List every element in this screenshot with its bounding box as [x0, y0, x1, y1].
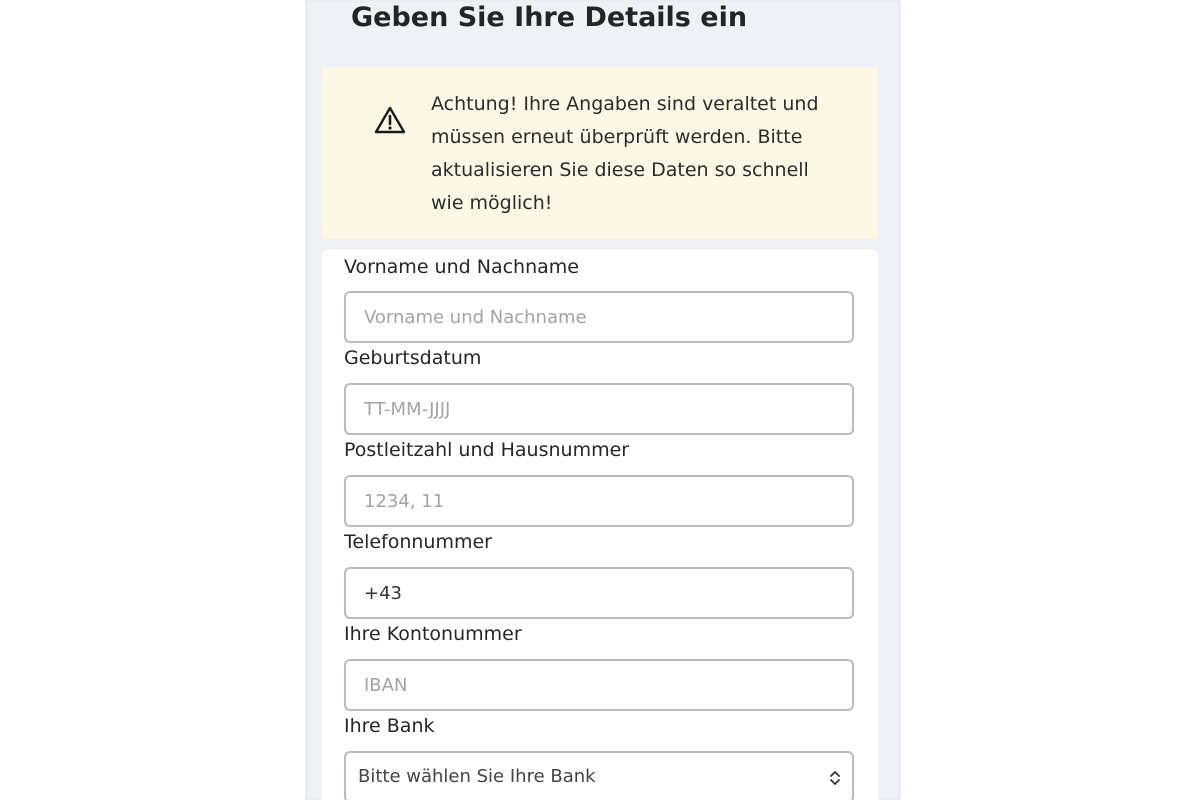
chevron-up-down-icon	[830, 771, 840, 785]
page-title: Geben Sie Ihre Details ein	[351, 2, 748, 33]
bank-select[interactable]: Bitte wählen Sie Ihre Bank	[344, 751, 854, 800]
form-screen: Geben Sie Ihre Details ein Achtung! Ihre…	[305, 0, 901, 800]
postal-label: Postleitzahl und Hausnummer	[344, 439, 630, 461]
name-label: Vorname und Nachname	[344, 256, 579, 278]
warning-alert: Achtung! Ihre Angaben sind veraltet und …	[322, 67, 878, 239]
iban-input[interactable]	[344, 659, 854, 711]
bank-select-value: Bitte wählen Sie Ihre Bank	[358, 766, 596, 787]
alert-message: Achtung! Ihre Angaben sind veraltet und …	[431, 93, 819, 214]
postal-input[interactable]	[344, 475, 854, 527]
details-form: Vorname und Nachname Geburtsdatum Postle…	[322, 250, 878, 800]
account-label: Ihre Kontonummer	[344, 623, 522, 645]
birthdate-input[interactable]	[344, 383, 854, 435]
bank-label: Ihre Bank	[344, 715, 435, 737]
warning-triangle-icon	[374, 106, 406, 134]
birthdate-label: Geburtsdatum	[344, 347, 482, 369]
phone-label: Telefonnummer	[344, 531, 492, 553]
phone-input[interactable]	[344, 567, 854, 619]
name-input[interactable]	[344, 291, 854, 343]
